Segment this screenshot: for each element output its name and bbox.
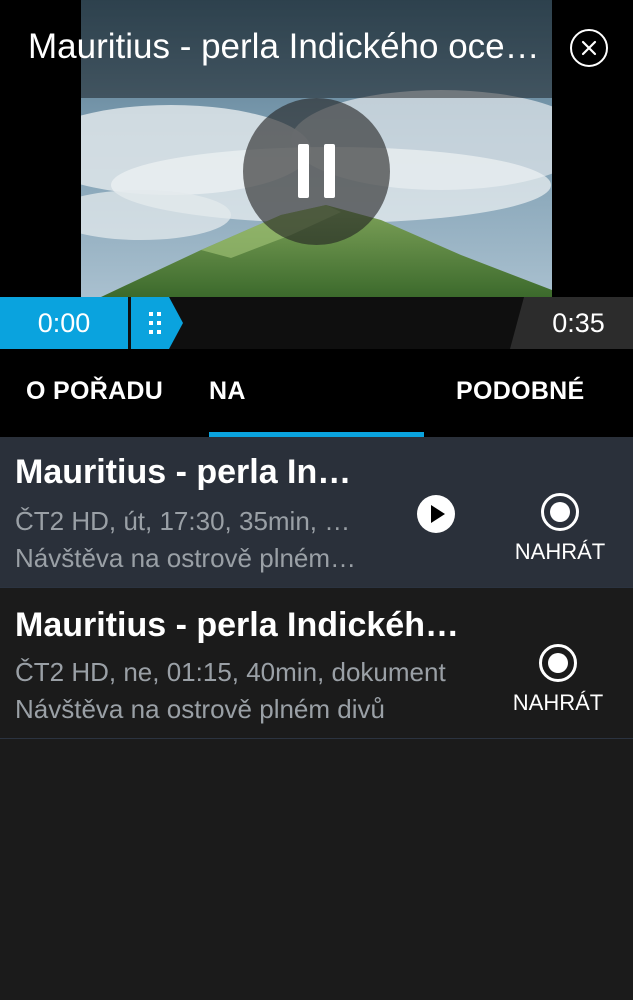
- video-title: Mauritius - perla Indického oceánu: [28, 27, 548, 66]
- close-button[interactable]: [570, 29, 608, 67]
- video-player[interactable]: Mauritius - perla Indického oceánu: [0, 0, 633, 297]
- record-label: NAHRÁT: [512, 690, 604, 715]
- scrub-handle[interactable]: [131, 297, 183, 349]
- total-time-label: 0:35: [552, 308, 605, 338]
- record-button[interactable]: NAHRÁT: [505, 492, 615, 572]
- pause-button[interactable]: [243, 98, 390, 245]
- total-time: 0:35: [510, 297, 633, 349]
- record-label: NAHRÁT: [514, 539, 606, 564]
- tab-bar: O POŘADU NA PODOBNÉ: [0, 349, 633, 437]
- item-title: Mauritius - perla Indického oceánu: [15, 606, 475, 644]
- item-description: Návštěva na ostrově plném divů: [15, 694, 385, 724]
- close-icon: [581, 40, 597, 56]
- current-time: 0:00: [0, 297, 128, 349]
- tab-similar[interactable]: PODOBNÉ: [456, 377, 585, 406]
- tab-about[interactable]: O POŘADU: [26, 377, 163, 406]
- item-meta: ČT2 HD, ne, 01:15, 40min, dokument: [15, 657, 446, 687]
- record-icon: [539, 644, 577, 682]
- play-button[interactable]: [416, 494, 456, 534]
- list-item[interactable]: Mauritius - perla Indického oceánu ČT2 H…: [0, 588, 633, 739]
- pause-icon: [298, 144, 309, 198]
- tab-broadcasts[interactable]: NA: [209, 377, 246, 406]
- item-description: Návštěva na ostrově plném divů: [15, 543, 360, 573]
- progress-bar[interactable]: 0:00 0:35: [0, 297, 633, 349]
- record-icon: [541, 493, 579, 531]
- record-button[interactable]: NAHRÁT: [503, 643, 613, 723]
- list-item[interactable]: Mauritius - perla Indického oceánu ČT2 H…: [0, 437, 633, 588]
- play-icon: [417, 495, 455, 533]
- item-title: Mauritius - perla Indického oceánu: [15, 453, 360, 491]
- item-meta: ČT2 HD, út, 17:30, 35min, dokument: [15, 506, 360, 536]
